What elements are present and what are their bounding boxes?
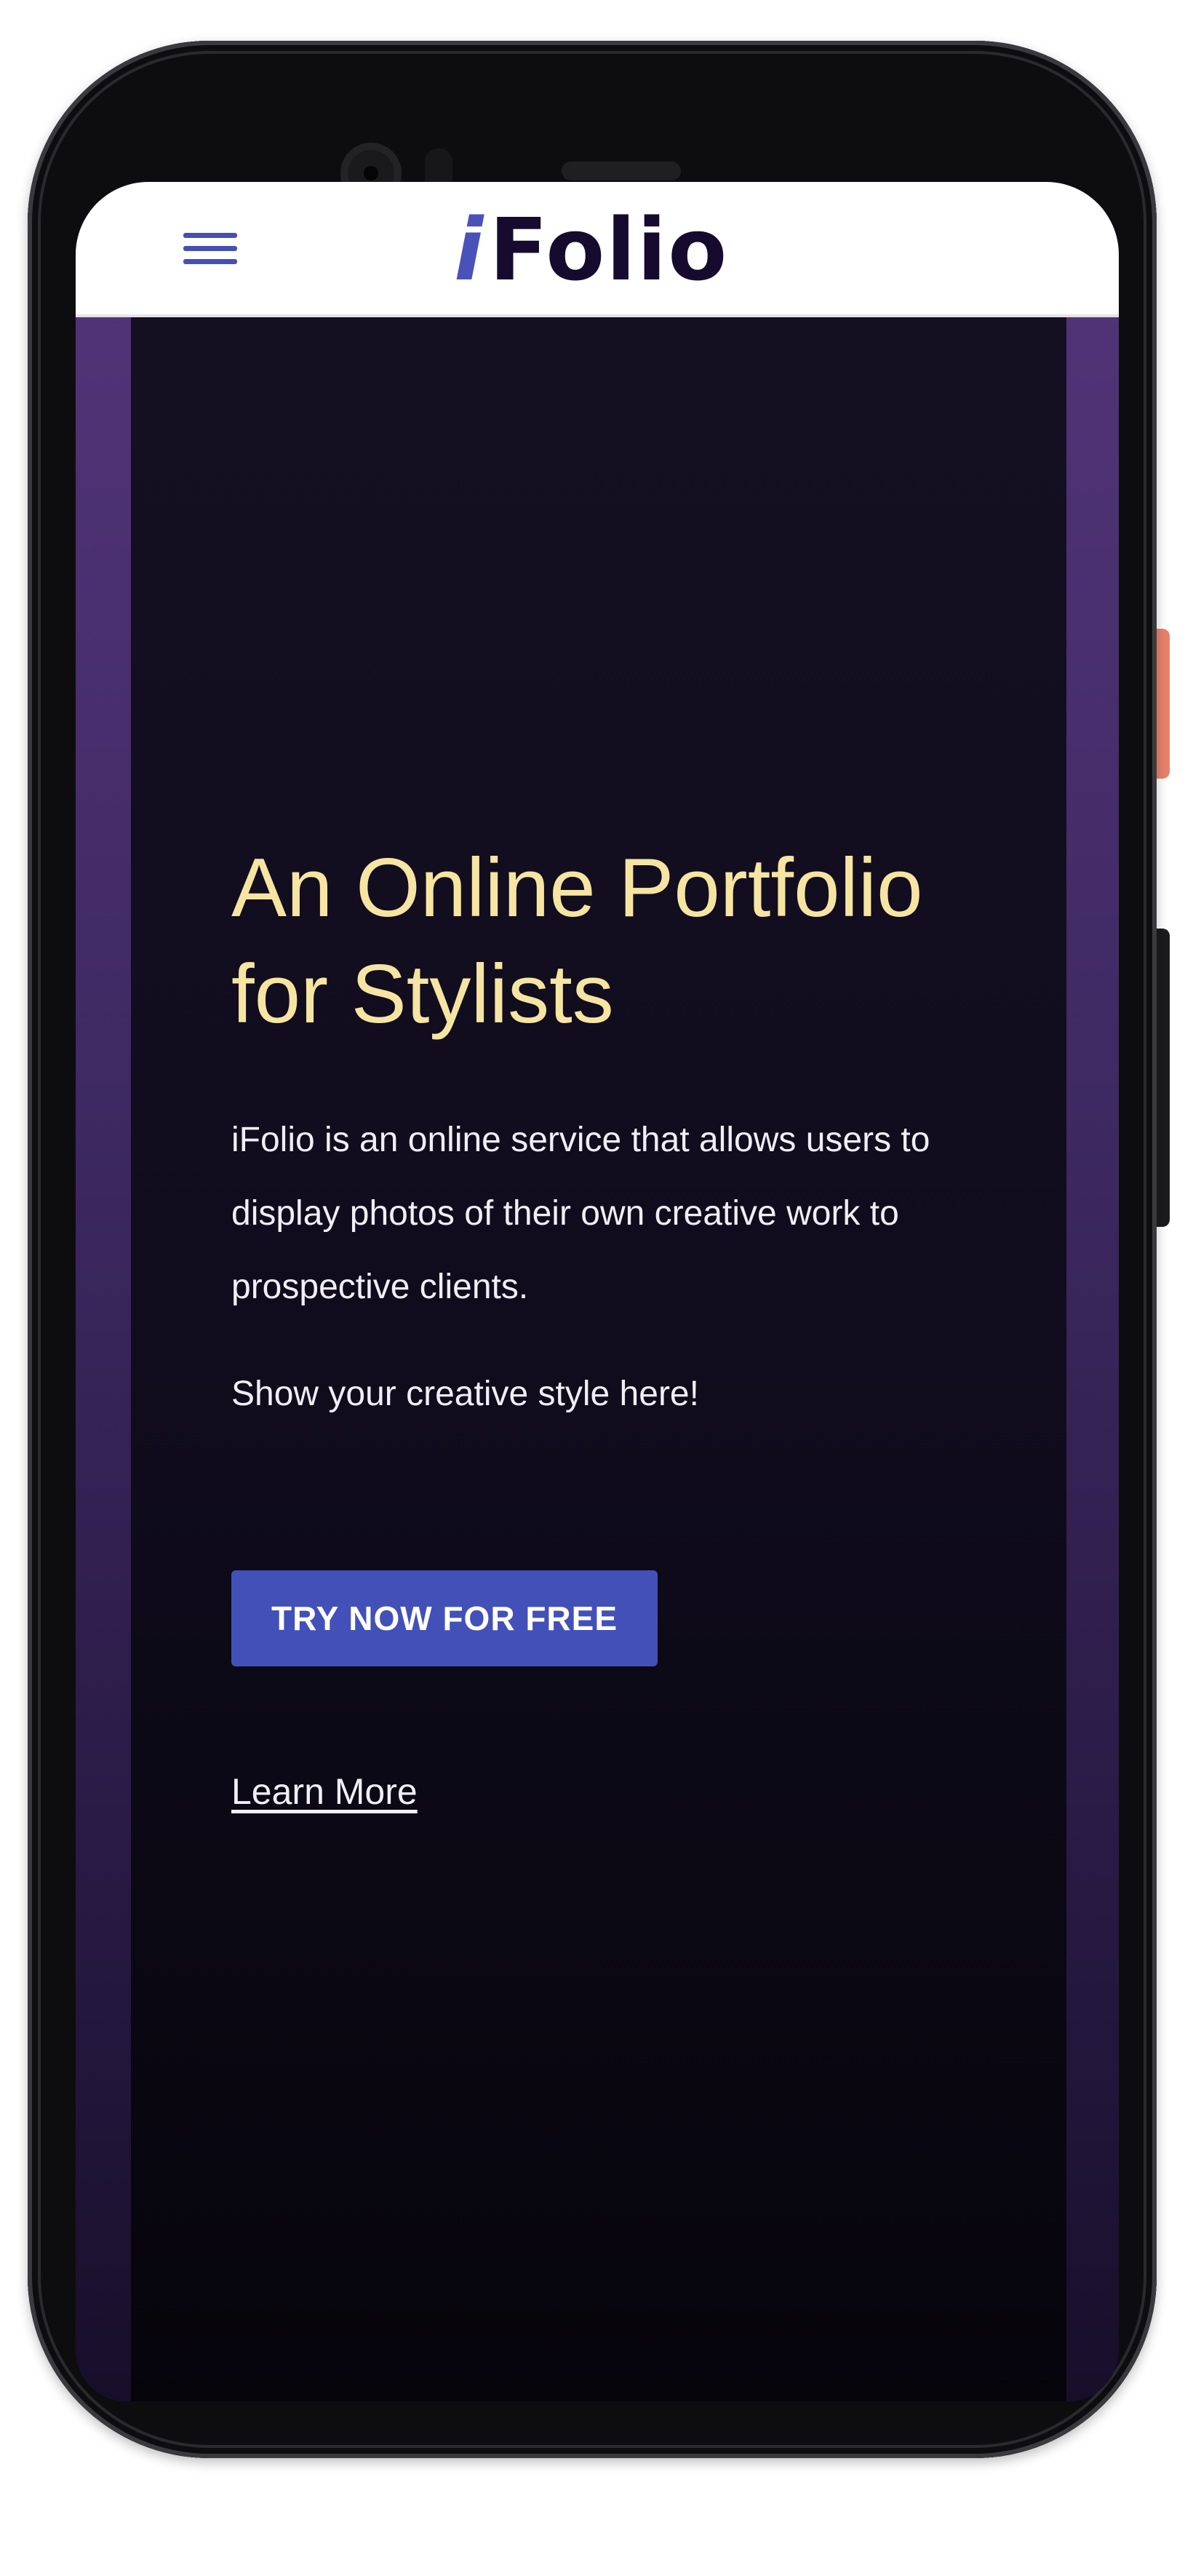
- learn-more-link[interactable]: Learn More: [231, 1770, 418, 1813]
- hero-title: An Online Portfolio for Stylists: [231, 842, 923, 1041]
- hero-section: An Online Portfolio for Stylists iFolio …: [131, 317, 1066, 2401]
- logo-wordmark: Folio: [489, 199, 729, 300]
- navbar: i Folio: [76, 182, 1119, 317]
- menu-bar: [183, 259, 237, 264]
- hero-description: iFolio is an online service that allows …: [231, 1121, 930, 1306]
- try-now-button[interactable]: TRY NOW FOR FREE: [231, 1570, 658, 1666]
- hero-tagline: Show your creative style here!: [231, 1375, 699, 1413]
- earpiece-speaker: [562, 162, 681, 180]
- hamburger-menu-icon[interactable]: [183, 230, 237, 268]
- screen: i Folio An Online Portfolio for Stylists…: [76, 182, 1119, 2401]
- logo-prefix: i: [454, 199, 484, 300]
- brand-logo[interactable]: i Folio: [454, 202, 728, 297]
- device-frame: i Folio An Online Portfolio for Stylists…: [0, 0, 1193, 2576]
- menu-bar: [183, 246, 237, 251]
- menu-bar: [183, 233, 237, 238]
